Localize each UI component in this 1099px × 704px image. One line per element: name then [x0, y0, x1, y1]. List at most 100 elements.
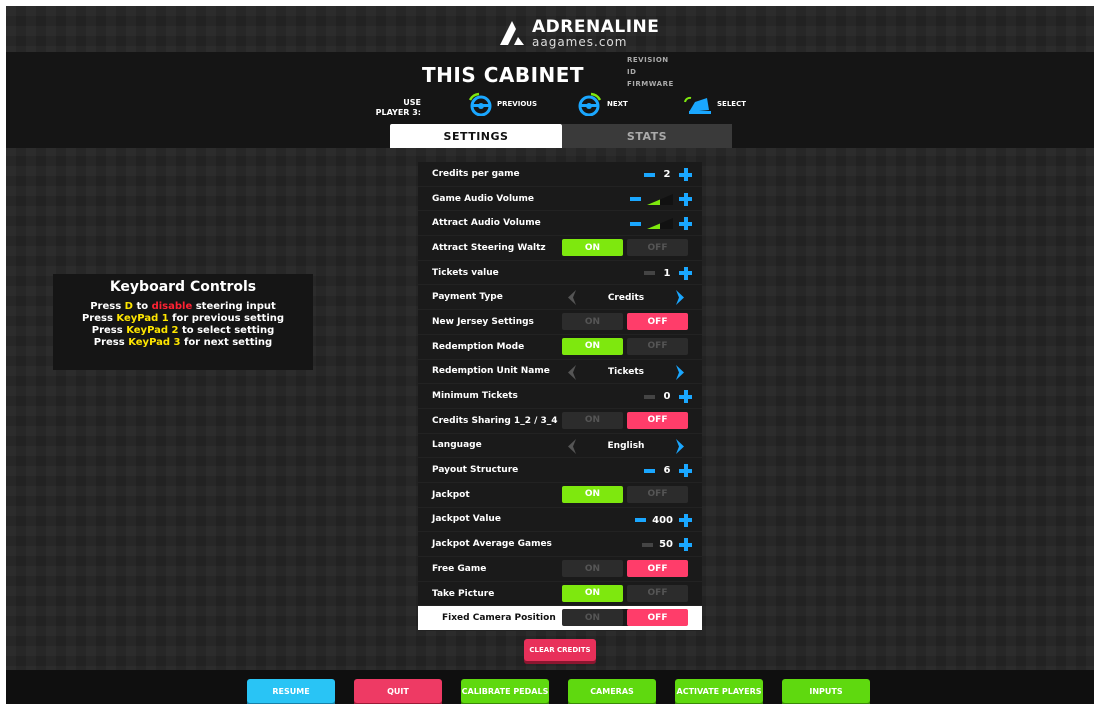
toggle-on-option[interactable]: ON [562, 609, 623, 627]
minus-icon[interactable] [630, 197, 641, 202]
kbd-key: KeyPad 2 [126, 325, 179, 336]
arrow-right-icon[interactable] [674, 438, 686, 454]
settings-list: Credits per game 2 Game Audio Volume Attrac… [418, 162, 702, 632]
arrow-left-icon[interactable] [566, 438, 578, 454]
nav-next[interactable]: NEXT [577, 92, 628, 116]
nav-next-label: NEXT [607, 100, 628, 108]
brand-name: ADRENALINE [532, 16, 660, 37]
setting-row-redemption-unit-name[interactable]: Redemption Unit Name Tickets [418, 359, 702, 385]
page-title: THIS CABINET [422, 63, 585, 87]
toggle-off-option[interactable]: OFF [627, 313, 688, 331]
setting-label: Jackpot Average Games [432, 539, 552, 550]
toggle-on-option[interactable]: ON [562, 239, 623, 257]
arrow-right-icon[interactable] [674, 364, 686, 380]
setting-label: Game Audio Volume [432, 193, 534, 204]
toggle-on-option[interactable]: ON [562, 337, 623, 355]
minus-icon[interactable] [644, 394, 655, 399]
toggle-on-option[interactable]: ON [562, 485, 623, 503]
setting-row-fixed-camera-position[interactable]: Fixed Camera Position ON OFF [418, 606, 702, 632]
toggle-off-option[interactable]: OFF [627, 609, 688, 627]
toggle-off-option[interactable]: OFF [627, 560, 688, 577]
setting-value: 50 [659, 539, 673, 551]
calibrate-pedals-button[interactable]: CALIBRATE PEDALS [461, 679, 549, 703]
toggle-off-option[interactable]: OFF [627, 239, 688, 257]
arrow-left-icon[interactable] [566, 290, 578, 306]
minus-icon[interactable] [644, 468, 655, 473]
setting-row-tickets-value[interactable]: Tickets value 1 [418, 260, 702, 286]
minus-icon[interactable] [635, 518, 647, 523]
setting-row-credits-per-game[interactable]: Credits per game 2 [418, 162, 702, 187]
minus-icon[interactable] [644, 271, 655, 276]
nav-select[interactable]: SELECT [683, 92, 746, 116]
plus-icon[interactable] [679, 538, 692, 552]
resume-button[interactable]: RESUME [247, 679, 335, 703]
setting-label: Jackpot Value [432, 514, 501, 525]
toggle-on-option[interactable]: ON [562, 411, 623, 429]
kbd-text: for next setting [180, 337, 273, 348]
toggle-on-option[interactable]: ON [562, 584, 623, 602]
game-screen: ADRENALINE aagames.com THIS CABINET REVI… [6, 6, 1094, 704]
plus-icon[interactable] [679, 513, 692, 527]
toggle-off-option[interactable]: OFF [627, 485, 688, 503]
toggle-on-option[interactable]: ON [562, 560, 623, 577]
setting-label: Take Picture [432, 588, 495, 599]
setting-label: Language [432, 440, 482, 451]
kbd-text: Press [93, 337, 129, 348]
activate-players-button[interactable]: ACTIVATE PLAYERS [675, 679, 763, 703]
setting-row-attract-steering-waltz[interactable]: Attract Steering Waltz ON OFF [418, 236, 702, 261]
pedal-icon [684, 96, 711, 114]
setting-label: Minimum Tickets [432, 391, 518, 402]
plus-icon[interactable] [679, 192, 692, 206]
tab-stats[interactable]: STATS [562, 124, 732, 148]
setting-row-minimum-tickets[interactable]: Minimum Tickets 0 [418, 384, 702, 409]
setting-label: Credits Sharing 1_2 / 3_4 [432, 415, 558, 426]
plus-icon[interactable] [679, 464, 692, 478]
on-off-toggle: ON OFF [562, 560, 688, 577]
number-stepper: 50 [642, 536, 692, 553]
setting-row-new-jersey-settings[interactable]: New Jersey Settings ON OFF [418, 310, 702, 335]
setting-row-jackpot[interactable]: Jackpot ON OFF [418, 482, 702, 508]
toggle-off-option[interactable]: OFF [627, 337, 688, 355]
setting-row-take-picture[interactable]: Take Picture ON OFF [418, 581, 702, 607]
minus-icon[interactable] [644, 172, 655, 177]
setting-value: 400 [652, 514, 673, 526]
setting-row-payment-type[interactable]: Payment Type Credits [418, 285, 702, 311]
arrow-right-icon[interactable] [674, 290, 686, 306]
setting-row-credits-sharing-1-2-3-4[interactable]: Credits Sharing 1_2 / 3_4 ON OFF [418, 408, 702, 434]
setting-row-attract-audio-volume[interactable]: Attract Audio Volume [418, 211, 702, 237]
setting-row-redemption-mode[interactable]: Redemption Mode ON OFF [418, 334, 702, 360]
selected-option: English [607, 441, 645, 452]
plus-icon[interactable] [679, 217, 692, 231]
meta-revision: REVISION [627, 56, 669, 64]
setting-row-jackpot-average-games[interactable]: Jackpot Average Games 50 [418, 532, 702, 557]
minus-icon[interactable] [630, 221, 641, 226]
toggle-on-option[interactable]: ON [562, 313, 623, 331]
keyboard-line-3: Press KeyPad 2 to select setting [53, 325, 313, 337]
cameras-button[interactable]: CAMERAS [568, 679, 656, 703]
number-stepper: 1 [644, 265, 692, 282]
setting-row-game-audio-volume[interactable]: Game Audio Volume [418, 186, 702, 212]
arrow-left-icon[interactable] [566, 364, 578, 380]
setting-row-jackpot-value[interactable]: Jackpot Value 400 [418, 507, 702, 533]
keyboard-line-4: Press KeyPad 3 for next setting [53, 337, 313, 349]
quit-button[interactable]: QUIT [354, 679, 442, 703]
toggle-off-option[interactable]: OFF [627, 411, 688, 429]
setting-value: 6 [663, 465, 671, 477]
on-off-toggle: ON OFF [562, 609, 688, 627]
setting-value: 0 [663, 391, 671, 403]
plus-icon[interactable] [679, 168, 692, 181]
toggle-off-option[interactable]: OFF [627, 584, 688, 602]
setting-row-free-game[interactable]: Free Game ON OFF [418, 557, 702, 582]
number-stepper [630, 215, 692, 232]
setting-row-language[interactable]: Language English [418, 433, 702, 459]
nav-previous[interactable]: PREVIOUS [467, 92, 537, 116]
setting-row-payout-structure[interactable]: Payout Structure 6 [418, 458, 702, 483]
clear-credits-button[interactable]: CLEAR CREDITS [524, 639, 596, 661]
inputs-button[interactable]: INPUTS [782, 679, 870, 703]
plus-icon[interactable] [679, 266, 692, 280]
tab-settings[interactable]: SETTINGS [390, 124, 562, 148]
number-stepper: 6 [644, 462, 692, 479]
minus-icon[interactable] [642, 542, 654, 547]
plus-icon[interactable] [679, 390, 692, 404]
on-off-toggle: ON OFF [562, 411, 688, 429]
